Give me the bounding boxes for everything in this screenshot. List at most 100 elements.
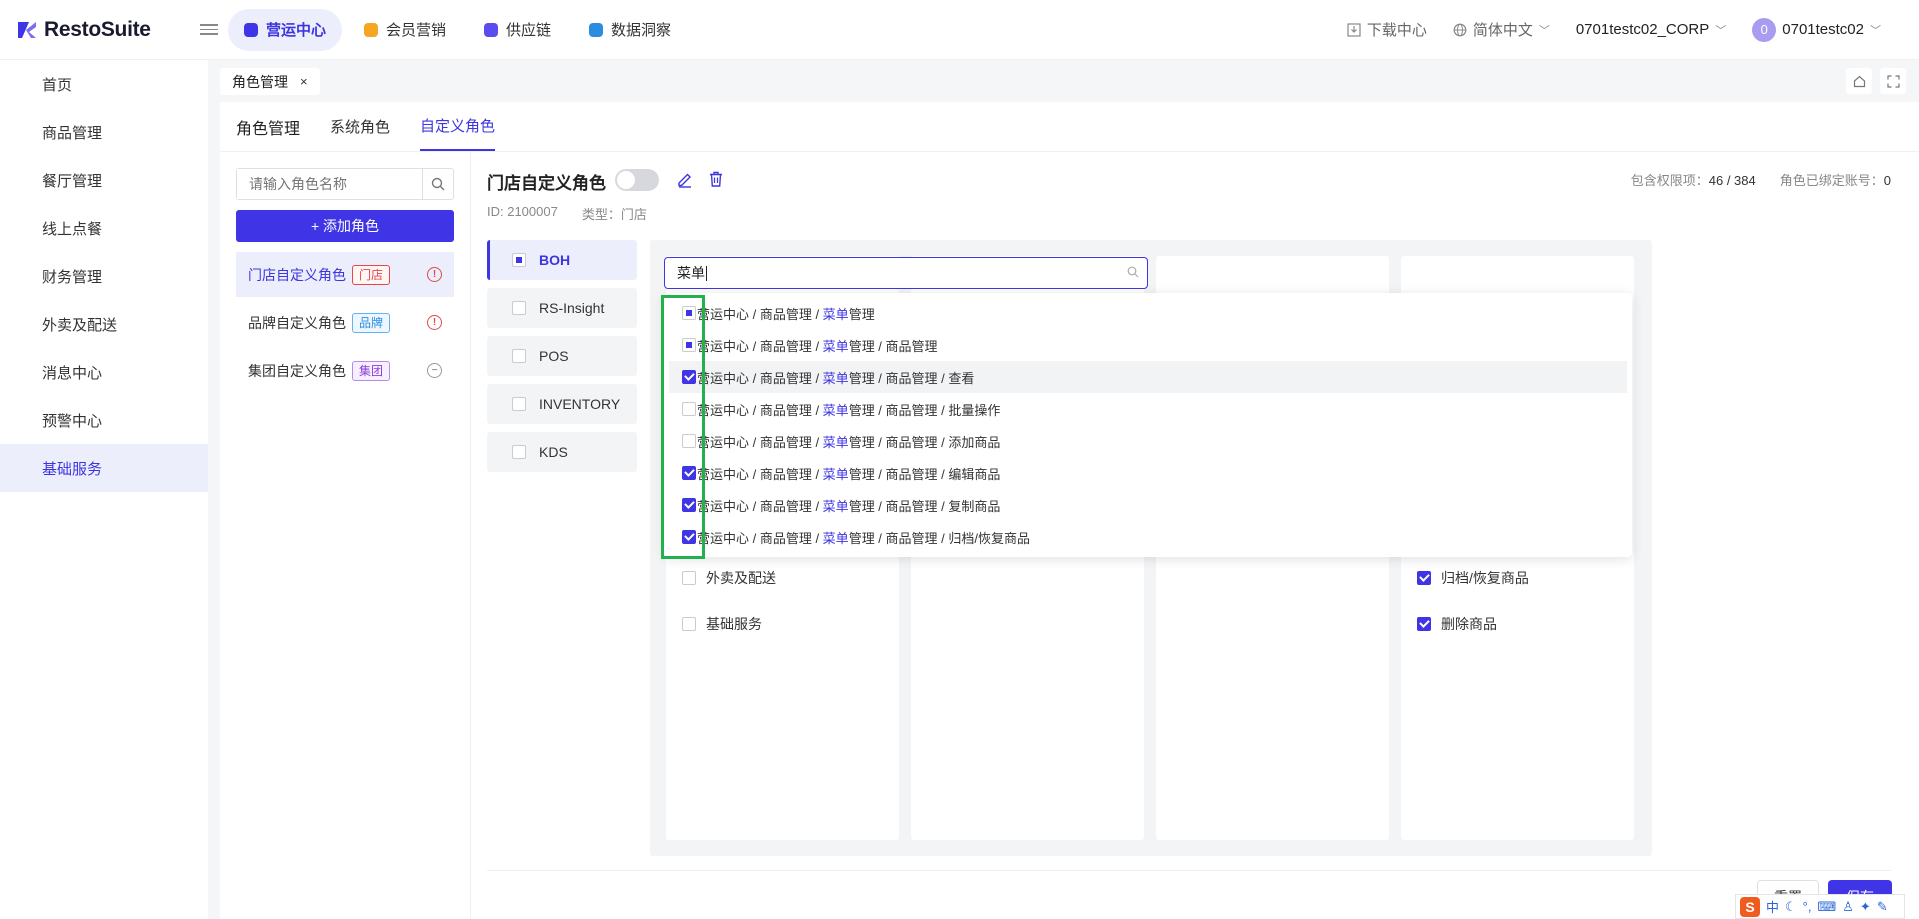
tab-2[interactable]: 自定义角色 — [420, 102, 496, 151]
sidebar-item-3[interactable]: 线上点餐 — [0, 204, 208, 252]
language-select[interactable]: 简体中文 ﹀ — [1453, 19, 1550, 40]
avatar: 0 — [1752, 17, 1777, 42]
module-item[interactable]: INVENTORY — [487, 384, 637, 424]
menu-collapse-icon[interactable] — [200, 21, 218, 39]
nav-item-1[interactable]: 会员营销 — [348, 9, 462, 51]
permission-search-value: 菜单 — [677, 265, 705, 281]
permission-item[interactable]: 外卖及配送 — [682, 568, 776, 588]
text-caret — [706, 265, 707, 281]
module-label: INVENTORY — [539, 396, 621, 412]
checkbox[interactable] — [512, 397, 526, 411]
role-enable-toggle[interactable] — [615, 169, 659, 191]
role-search-input[interactable] — [237, 169, 422, 199]
corp-label: 0701testc02_CORP — [1575, 21, 1710, 38]
role-item[interactable]: 门店自定义角色 门店! — [236, 252, 454, 297]
edit-icon[interactable] — [676, 170, 694, 188]
permission-search-input[interactable]: 菜单 — [664, 257, 1148, 289]
add-role-button[interactable]: + 添加角色 — [236, 210, 454, 242]
sidebar-item-8[interactable]: 基础服务 — [0, 444, 208, 492]
search-icon — [1127, 266, 1139, 278]
checkbox[interactable] — [512, 301, 526, 315]
module-item[interactable]: BOH — [487, 240, 637, 280]
search-result-item[interactable]: 营运中心 / 商品管理 / 菜单 管理 / 商品管理 — [664, 329, 1632, 361]
result-path-suffix: 管理 — [848, 306, 875, 322]
sidebar-item-7[interactable]: 预警中心 — [0, 396, 208, 444]
search-icon[interactable] — [422, 169, 453, 199]
nav-item-label: 供应链 — [506, 22, 552, 39]
ime-toolbar: S 中 ☾ °, ⌨ ♙ ✦ ✎ — [1735, 894, 1905, 919]
sidebar-item-6[interactable]: 消息中心 — [0, 348, 208, 396]
permission-item[interactable]: 删除商品 — [1417, 614, 1497, 634]
nav-item-label: 会员营销 — [386, 22, 447, 39]
result-match-highlight: 菜单 — [822, 466, 849, 482]
checkbox[interactable] — [1417, 617, 1431, 631]
result-match-highlight: 菜单 — [822, 370, 849, 386]
warning-icon: ! — [427, 315, 442, 330]
search-result-item[interactable]: 营运中心 / 商品管理 / 菜单 管理 / 商品管理 / 复制商品 — [664, 489, 1632, 521]
main-panel: 角色管理系统角色自定义角色 + 添加角色 门店自定义角色门店!品牌自定义角色品牌… — [220, 102, 1919, 919]
result-match-highlight: 菜单 — [822, 338, 849, 354]
nav-item-3[interactable]: 数据洞察 — [573, 9, 687, 51]
result-path-suffix: 管理 / 商品管理 / 添加商品 — [848, 434, 1001, 450]
sidebar-item-4[interactable]: 财务管理 — [0, 252, 208, 300]
checkbox[interactable] — [682, 571, 696, 585]
moon-icon[interactable]: ☾ — [1785, 899, 1797, 915]
keyboard-icon[interactable]: ⌨ — [1817, 899, 1836, 915]
checkbox[interactable] — [512, 445, 526, 459]
checkbox[interactable] — [1417, 571, 1431, 585]
bound-count-value: 0 — [1883, 173, 1891, 188]
permission-item[interactable]: 基础服务 — [682, 614, 762, 634]
page-tab-strip: 角色管理 × — [208, 60, 1919, 102]
sidebar-item-5[interactable]: 外卖及配送 — [0, 300, 208, 348]
corp-select[interactable]: 0701testc02_CORP ﹀ — [1576, 21, 1726, 38]
module-item[interactable]: RS-Insight — [487, 288, 637, 328]
module-item[interactable]: POS — [487, 336, 637, 376]
wrench-icon[interactable]: ✎ — [1877, 899, 1888, 915]
role-name: 门店自定义角色 — [248, 266, 346, 283]
language-label: 简体中文 — [1472, 22, 1533, 39]
bound-count-label: 角色已绑定账号： — [1779, 173, 1884, 188]
ime-mode[interactable]: 中 — [1766, 897, 1779, 916]
module-item[interactable]: KDS — [487, 432, 637, 472]
close-icon[interactable]: × — [300, 74, 308, 89]
chevron-down-icon: ﹀ — [1538, 24, 1550, 37]
role-item[interactable]: 品牌自定义角色 品牌! — [236, 300, 454, 345]
checkbox[interactable] — [682, 617, 696, 631]
page-tab-role-management[interactable]: 角色管理 × — [220, 68, 320, 95]
user-icon[interactable]: ♙ — [1842, 899, 1854, 915]
checkbox[interactable] — [512, 253, 526, 267]
logo[interactable]: RestoSuite — [16, 18, 176, 42]
role-name: 集团自定义角色 — [248, 362, 346, 379]
fullscreen-icon[interactable] — [1880, 68, 1906, 94]
ime-logo[interactable]: S — [1740, 896, 1760, 917]
home-icon[interactable] — [1846, 68, 1872, 94]
search-result-item[interactable]: 营运中心 / 商品管理 / 菜单 管理 / 商品管理 / 批量操作 — [664, 393, 1632, 425]
download-center[interactable]: 下载中心 — [1347, 19, 1427, 40]
permission-label: 外卖及配送 — [706, 570, 776, 586]
permission-item[interactable]: 归档/恢复商品 — [1417, 568, 1529, 588]
sidebar-item-2[interactable]: 餐厅管理 — [0, 156, 208, 204]
search-result-item[interactable]: 营运中心 / 商品管理 / 菜单 管理 — [664, 297, 1632, 329]
sidebar-item-1[interactable]: 商品管理 — [0, 108, 208, 156]
search-result-item[interactable]: 营运中心 / 商品管理 / 菜单 管理 / 商品管理 / 编辑商品 — [664, 457, 1632, 489]
nav-item-2[interactable]: 供应链 — [468, 9, 567, 51]
ime-punct[interactable]: °, — [1803, 899, 1812, 914]
trash-icon[interactable] — [707, 170, 725, 188]
role-item[interactable]: 集团自定义角色 集团 − — [236, 348, 454, 393]
user-menu[interactable]: 0 0701testc02 ﹀ — [1752, 17, 1881, 42]
logo-icon — [18, 21, 36, 38]
chevron-down-icon: ﹀ — [1870, 24, 1881, 37]
search-result-item[interactable]: 营运中心 / 商品管理 / 菜单 管理 / 商品管理 / 查看 — [669, 361, 1627, 393]
search-result-item[interactable]: 营运中心 / 商品管理 / 菜单 管理 / 商品管理 / 添加商品 — [664, 425, 1632, 457]
role-name: 品牌自定义角色 — [248, 314, 346, 331]
minus-circle-icon: − — [427, 363, 442, 378]
sidebar-item-0[interactable]: 首页 — [0, 60, 208, 108]
checkbox[interactable] — [512, 349, 526, 363]
tab-1[interactable]: 系统角色 — [330, 102, 390, 151]
module-label: BOH — [539, 252, 571, 268]
tab-0[interactable]: 角色管理 — [236, 102, 300, 151]
shirt-icon[interactable]: ✦ — [1860, 899, 1871, 915]
globe-icon — [1453, 23, 1467, 36]
nav-item-0[interactable]: 营运中心 — [228, 8, 343, 51]
search-result-item[interactable]: 营运中心 / 商品管理 / 菜单 管理 / 商品管理 / 归档/恢复商品 — [664, 521, 1632, 553]
